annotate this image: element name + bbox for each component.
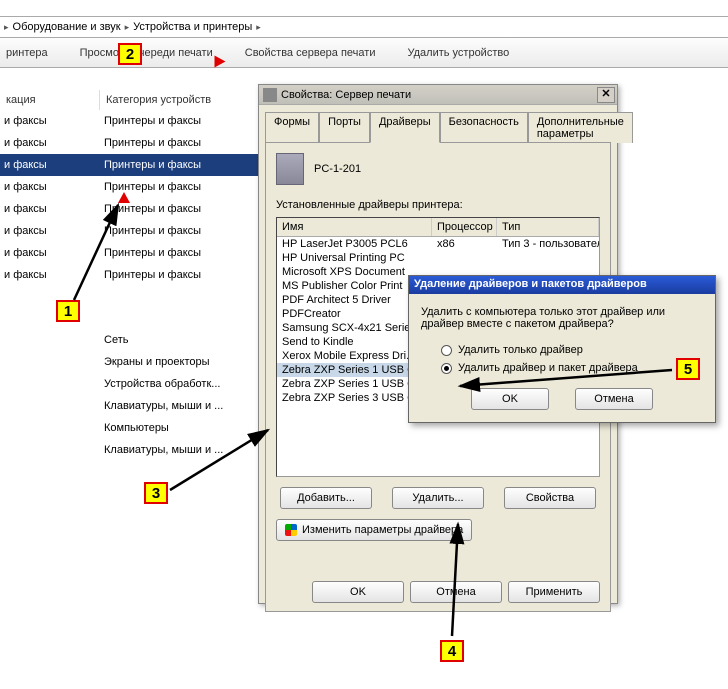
remove-driver-dialog: Удаление драйверов и пакетов драйверов У…: [408, 275, 716, 423]
remove-driver-button[interactable]: Удалить...: [392, 487, 484, 509]
annotation-callout-5: 5: [676, 358, 700, 380]
arrowhead-icon: [215, 56, 226, 68]
printer-icon: [263, 88, 277, 102]
radio-remove-driver-only[interactable]: Удалить только драйвер: [441, 344, 703, 356]
cell-category: Принтеры и факсы: [100, 159, 260, 171]
view-print-queue-button[interactable]: Просмотр очереди печати: [74, 43, 219, 63]
tab-security[interactable]: Безопасность: [440, 112, 528, 143]
list-item[interactable]: и факсыПринтеры и факсы: [0, 154, 260, 176]
close-button[interactable]: ✕: [597, 87, 615, 103]
driver-row[interactable]: HP Universal Printing PC: [277, 251, 599, 265]
cell-category: Принтеры и факсы: [100, 115, 260, 127]
cell-processor: [432, 252, 497, 264]
chevron-icon: ▸: [4, 22, 9, 33]
annotation-callout-2: 2: [118, 43, 142, 65]
cell-driver-name: HP LaserJet P3005 PCL6: [277, 238, 432, 250]
list-item[interactable]: Устройства обработк...: [100, 374, 280, 396]
driver-properties-button[interactable]: Свойства: [504, 487, 596, 509]
ok-button[interactable]: OK: [312, 581, 404, 603]
cell-type: [497, 252, 599, 264]
shield-icon: [285, 524, 297, 536]
list-item[interactable]: и факсыПринтеры и факсы: [0, 264, 260, 286]
cell-driver-name: HP Universal Printing PC: [277, 252, 432, 264]
chevron-icon: ▸: [125, 22, 130, 33]
radio-icon: [441, 345, 452, 356]
radio-icon: [441, 363, 452, 374]
list-item[interactable]: и факсыПринтеры и факсы: [0, 132, 260, 154]
annotation-callout-1: 1: [56, 300, 80, 322]
dialog-titlebar: Свойства: Сервер печати ✕: [259, 85, 617, 105]
column-classification[interactable]: кация: [0, 90, 100, 110]
list-item[interactable]: Экраны и проекторы: [100, 352, 280, 374]
cell-classification: и факсы: [0, 247, 100, 259]
cell-category: Принтеры и факсы: [100, 137, 260, 149]
header-processor[interactable]: Процессор: [432, 218, 497, 236]
change-driver-settings-label: Изменить параметры драйвера: [302, 524, 463, 536]
tab-ports[interactable]: Порты: [319, 112, 370, 143]
annotation-callout-4: 4: [440, 640, 464, 662]
chevron-icon: ▸: [256, 22, 261, 33]
cancel-button[interactable]: Отмена: [410, 581, 502, 603]
cell-category: Принтеры и факсы: [100, 269, 260, 281]
header-type[interactable]: Тип: [497, 218, 599, 236]
cell-classification: и факсы: [0, 137, 100, 149]
annotation-callout-3: 3: [144, 482, 168, 504]
computer-name: PC-1-201: [314, 163, 361, 175]
cell-processor: x86: [432, 238, 497, 250]
cell-category: Принтеры и факсы: [100, 247, 260, 259]
apply-button[interactable]: Применить: [508, 581, 600, 603]
cell-classification: и факсы: [0, 159, 100, 171]
add-driver-button[interactable]: Добавить...: [280, 487, 372, 509]
cell-classification: и факсы: [0, 181, 100, 193]
driver-list-headers: Имя Процессор Тип: [277, 218, 599, 237]
print-server-properties-button[interactable]: Свойства сервера печати: [239, 43, 382, 63]
remove-dialog-question: Удалить с компьютера только этот драйвер…: [421, 306, 703, 330]
tab-drivers[interactable]: Драйверы: [370, 112, 440, 143]
list-item[interactable]: Компьютеры: [100, 418, 280, 440]
list-item[interactable]: Сеть: [100, 330, 280, 352]
cell-classification: и факсы: [0, 225, 100, 237]
add-printer-button[interactable]: ринтера: [0, 43, 54, 63]
category-list: СетьЭкраны и проекторыУстройства обработ…: [100, 330, 280, 462]
computer-icon: [276, 153, 304, 185]
cell-classification: и факсы: [0, 269, 100, 281]
list-item[interactable]: Клавиатуры, мыши и ...: [100, 440, 280, 462]
list-item[interactable]: и факсыПринтеры и факсы: [0, 110, 260, 132]
device-list: и факсыПринтеры и факсыи факсыПринтеры и…: [0, 110, 260, 286]
breadcrumb-bar: ▸ Оборудование и звук ▸ Устройства и при…: [0, 16, 728, 38]
tab-forms[interactable]: Формы: [265, 112, 319, 143]
remove-cancel-button[interactable]: Отмена: [575, 388, 653, 410]
cell-category: Принтеры и факсы: [100, 203, 260, 215]
breadcrumb-devices-printers[interactable]: Устройства и принтеры: [133, 21, 252, 33]
cell-classification: и факсы: [0, 115, 100, 127]
list-item[interactable]: и факсыПринтеры и факсы: [0, 242, 260, 264]
change-driver-settings-button[interactable]: Изменить параметры драйвера: [276, 519, 472, 541]
list-item[interactable]: и факсыПринтеры и факсы: [0, 198, 260, 220]
list-item[interactable]: Клавиатуры, мыши и ...: [100, 396, 280, 418]
radio-label: Удалить только драйвер: [458, 344, 583, 356]
cell-category: Принтеры и факсы: [100, 225, 260, 237]
breadcrumb-hardware[interactable]: Оборудование и звук: [13, 21, 121, 33]
installed-drivers-label: Установленные драйверы принтера:: [276, 199, 600, 211]
driver-row[interactable]: HP LaserJet P3005 PCL6x86Тип 3 - пользов…: [277, 237, 599, 251]
radio-remove-driver-and-package[interactable]: Удалить драйвер и пакет драйвера: [441, 362, 703, 374]
remove-device-button[interactable]: Удалить устройство: [401, 43, 515, 63]
radio-label: Удалить драйвер и пакет драйвера: [458, 362, 638, 374]
tab-advanced[interactable]: Дополнительные параметры: [528, 112, 633, 143]
remove-ok-button[interactable]: OK: [471, 388, 549, 410]
header-name[interactable]: Имя: [277, 218, 432, 236]
command-bar: ринтера Просмотр очереди печати Свойства…: [0, 38, 728, 68]
arrowhead-icon: [118, 192, 130, 203]
dialog-title: Свойства: Сервер печати: [281, 89, 411, 101]
list-item[interactable]: и факсыПринтеры и факсы: [0, 176, 260, 198]
remove-dialog-title: Удаление драйверов и пакетов драйверов: [409, 276, 715, 294]
column-category[interactable]: Категория устройств: [100, 90, 260, 110]
cell-type: Тип 3 - пользовательски...: [497, 238, 599, 250]
list-item[interactable]: и факсыПринтеры и факсы: [0, 220, 260, 242]
dialog-tabs: Формы Порты Драйверы Безопасность Дополн…: [265, 111, 611, 142]
cell-classification: и факсы: [0, 203, 100, 215]
